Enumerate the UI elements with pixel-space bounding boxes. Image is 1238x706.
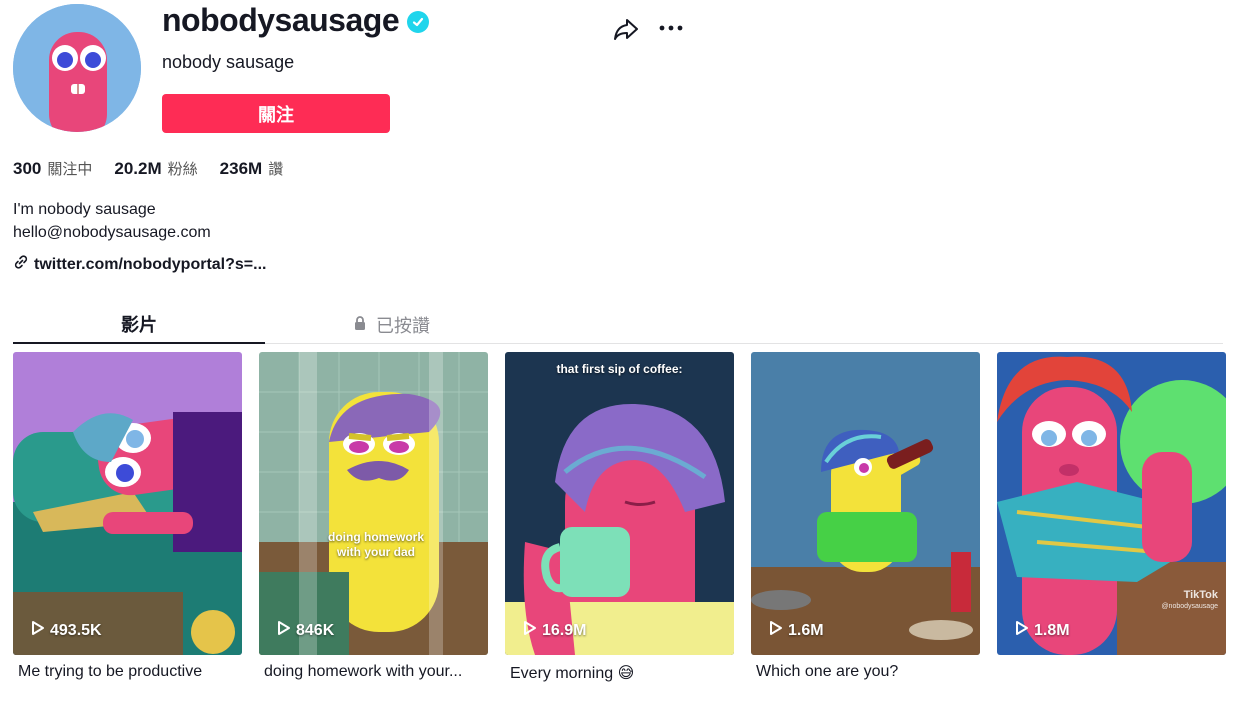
view-count: 16.9M	[523, 620, 586, 641]
video-card[interactable]: that first sip of coffee: 16.9M Every mo…	[505, 352, 734, 683]
video-caption[interactable]: Me trying to be productive	[13, 663, 242, 681]
video-card[interactable]: TikTok @nobodysausage 1.8M	[997, 352, 1226, 683]
bio-line: I'm nobody sausage	[13, 201, 156, 218]
play-icon	[523, 620, 537, 641]
watermark-brand: TikTok	[1183, 589, 1218, 601]
bio-link-text: twitter.com/nobodyportal?s=...	[34, 255, 267, 273]
video-caption[interactable]: doing homework with your...	[259, 663, 488, 681]
verified-icon	[407, 10, 430, 33]
profile-stats: 300 關注中 20.2M 粉絲 236M 讚	[13, 158, 283, 179]
video-caption[interactable]: Every morning 😅	[505, 663, 734, 683]
tiktok-watermark: TikTok @nobodysausage	[1161, 589, 1218, 613]
link-icon	[13, 254, 29, 275]
video-caption[interactable]: Which one are you?	[751, 663, 980, 681]
follow-button[interactable]: 關注	[162, 94, 390, 133]
more-icon[interactable]	[658, 18, 686, 38]
video-thumbnail[interactable]: 1.6M	[751, 352, 980, 655]
video-overlay-text: that first sip of coffee:	[556, 362, 683, 376]
play-icon	[769, 620, 783, 641]
tab-liked[interactable]: 已按讚	[265, 306, 517, 344]
tab-liked-label: 已按讚	[376, 316, 430, 337]
followers-label: 粉絲	[167, 160, 198, 178]
username-text: nobodysausage	[162, 2, 400, 38]
video-grid: 493.5K Me trying to be productive doing …	[13, 352, 1226, 683]
view-count-text: 846K	[296, 621, 335, 639]
bio: I'm nobody sausage hello@nobodysausage.c…	[13, 198, 211, 244]
bio-email: hello@nobodysausage.com	[13, 224, 211, 241]
view-count-text: 493.5K	[50, 621, 102, 639]
watermark-handle: @nobodysausage	[1161, 603, 1218, 610]
video-thumbnail[interactable]: TikTok @nobodysausage 1.8M	[997, 352, 1226, 655]
share-icon[interactable]	[612, 16, 640, 42]
following-stat[interactable]: 300 關注中	[13, 158, 92, 179]
following-count: 300	[13, 159, 42, 178]
view-count-text: 1.8M	[1034, 621, 1070, 639]
lock-icon	[352, 315, 368, 336]
view-count: 846K	[277, 620, 334, 641]
video-thumbnail[interactable]: doing homework with your dad 846K	[259, 352, 488, 655]
following-label: 關注中	[47, 160, 93, 178]
view-count: 1.6M	[769, 620, 824, 641]
play-icon	[1015, 620, 1029, 641]
video-thumbnail[interactable]: 493.5K	[13, 352, 242, 655]
followers-stat[interactable]: 20.2M 粉絲	[114, 158, 197, 179]
video-overlay-text: doing homework with your dad	[328, 530, 424, 559]
view-count: 493.5K	[31, 620, 102, 641]
username-heading: nobodysausage	[162, 2, 430, 39]
video-thumbnail[interactable]: that first sip of coffee: 16.9M	[505, 352, 734, 655]
profile-tabs: 影片 已按讚	[13, 306, 1223, 344]
view-count: 1.8M	[1015, 620, 1070, 641]
likes-label: 讚	[268, 160, 284, 178]
nickname: nobody sausage	[162, 52, 295, 72]
bio-link[interactable]: twitter.com/nobodyportal?s=...	[13, 254, 266, 275]
view-count-text: 16.9M	[542, 621, 587, 639]
tab-videos[interactable]: 影片	[13, 306, 265, 344]
likes-count: 236M	[219, 159, 263, 178]
video-card[interactable]: doing homework with your dad 846K doing …	[259, 352, 488, 683]
avatar[interactable]	[13, 4, 141, 132]
followers-count: 20.2M	[114, 159, 162, 178]
play-icon	[277, 620, 291, 641]
play-icon	[31, 620, 45, 641]
likes-stat: 236M 讚	[220, 158, 284, 179]
video-card[interactable]: 1.6M Which one are you?	[751, 352, 980, 683]
video-card[interactable]: 493.5K Me trying to be productive	[13, 352, 242, 683]
view-count-text: 1.6M	[788, 621, 824, 639]
